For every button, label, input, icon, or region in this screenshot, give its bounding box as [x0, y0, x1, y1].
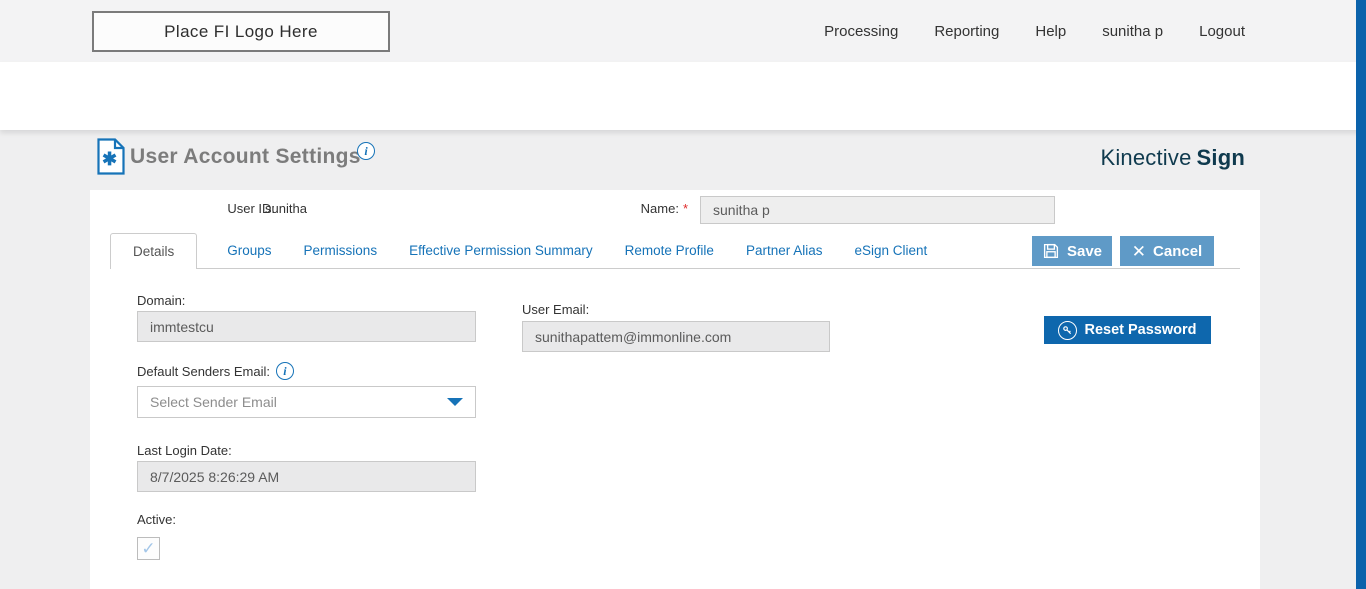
top-navigation: Processing Reporting Help sunitha p Logo…: [824, 0, 1245, 62]
key-icon: [1058, 320, 1078, 340]
tab-remote-profile[interactable]: Remote Profile: [609, 233, 730, 268]
save-button[interactable]: Save: [1032, 236, 1112, 266]
name-label: Name: *: [640, 201, 688, 216]
default-senders-email-info-icon[interactable]: i: [275, 362, 294, 380]
cancel-button[interactable]: ✕ Cancel: [1120, 236, 1214, 266]
title-info-icon[interactable]: i: [357, 142, 375, 160]
active-checkbox[interactable]: ✓: [137, 537, 160, 560]
last-login-label: Last Login Date:: [137, 443, 232, 458]
nav-item-reporting[interactable]: Reporting: [934, 23, 999, 40]
cancel-x-icon: ✕: [1131, 241, 1147, 261]
domain-field: [137, 311, 476, 342]
domain-label: Domain:: [137, 293, 186, 308]
nav-item-processing[interactable]: Processing: [824, 23, 898, 40]
user-account-card: User ID: sunitha Name:* Details Groups P…: [90, 190, 1260, 589]
last-login-field: [137, 461, 476, 492]
tab-effective-permission-summary[interactable]: Effective Permission Summary: [393, 233, 609, 268]
user-id-label: User ID:: [227, 201, 275, 216]
required-asterisk: *: [682, 201, 688, 216]
nav-item-logout[interactable]: Logout: [1199, 23, 1245, 40]
default-senders-email-placeholder: Select Sender Email: [150, 394, 277, 410]
user-id-value: sunitha: [265, 201, 307, 216]
checkmark-icon: ✓: [141, 538, 156, 558]
tab-details[interactable]: Details: [110, 233, 198, 269]
nav-item-username[interactable]: sunitha p: [1102, 23, 1163, 40]
page-title: User Account Settings: [130, 145, 361, 168]
reset-password-label: Reset Password: [1084, 322, 1197, 338]
cancel-button-label: Cancel: [1153, 242, 1203, 260]
user-email-field: [522, 321, 830, 352]
default-senders-email-label: Default Senders Email:: [137, 363, 270, 379]
svg-text:✱: ✱: [102, 149, 117, 169]
save-floppy-icon: [1042, 242, 1060, 260]
nav-item-help[interactable]: Help: [1035, 23, 1066, 40]
default-senders-email-select[interactable]: Select Sender Email: [137, 386, 476, 418]
fi-logo-text: Place FI Logo Here: [164, 21, 318, 41]
tab-partner-alias[interactable]: Partner Alias: [730, 233, 839, 268]
brand-product: Sign: [1196, 145, 1245, 170]
tab-esign-client[interactable]: eSign Client: [838, 233, 943, 268]
page-scrollbar[interactable]: [1356, 0, 1366, 589]
save-button-label: Save: [1066, 242, 1103, 260]
brand-logo: Kinective Sign: [1100, 145, 1245, 171]
page-header: ✱ User Account Settings i Kinective Sign: [0, 62, 1366, 175]
reset-password-button[interactable]: Reset Password: [1044, 316, 1211, 344]
user-email-label: User Email:: [522, 302, 590, 317]
tab-groups[interactable]: Groups: [211, 233, 287, 268]
chevron-down-icon: [447, 398, 463, 406]
name-field[interactable]: [700, 196, 1055, 224]
active-label: Active:: [137, 512, 177, 527]
default-senders-email-label-row: Default Senders Email: i: [137, 362, 294, 380]
top-bar: Place FI Logo Here Processing Reporting …: [0, 0, 1366, 62]
fi-logo-placeholder: Place FI Logo Here: [92, 11, 390, 52]
brand-name: Kinective: [1100, 145, 1192, 170]
user-settings-doc-icon: ✱: [95, 138, 127, 180]
tab-permissions[interactable]: Permissions: [288, 233, 394, 268]
